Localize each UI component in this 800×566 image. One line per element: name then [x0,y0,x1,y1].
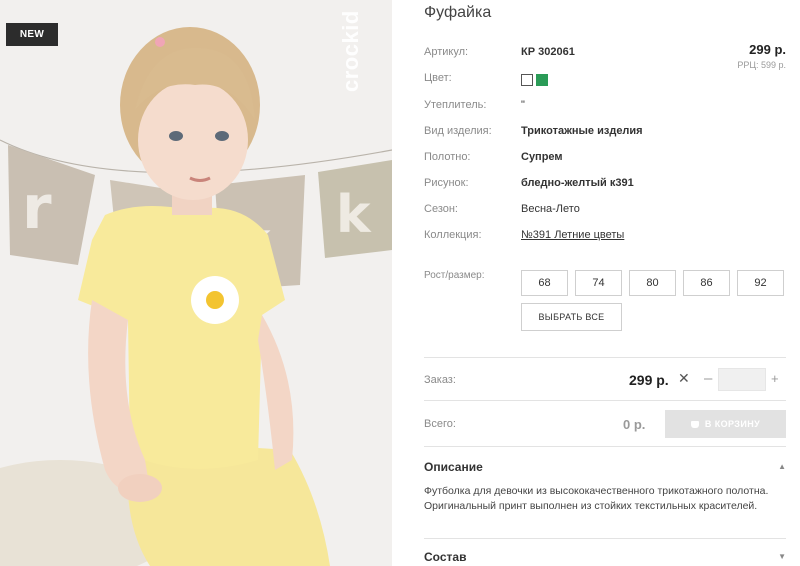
divider [424,538,786,539]
attr-fabric: Полотно: Супрем [424,149,786,167]
size-option-80[interactable]: 80 [629,270,676,296]
size-option-92[interactable]: 92 [737,270,784,296]
product-title: Фуфайка [424,4,492,21]
attr-type: Вид изделия: Трикотажные изделия [424,123,786,141]
product-photo-illustration: r c k k [0,0,392,566]
chevron-up-icon[interactable]: ▲ [778,462,786,471]
size-option-74[interactable]: 74 [575,270,622,296]
times-icon: ✕ [678,370,690,386]
attr-label: Полотно: [424,151,471,163]
order-price: 299 р. [629,372,669,388]
attr-color: Цвет: [424,70,786,88]
add-to-cart-button[interactable]: В КОРЗИНУ [665,410,786,438]
attr-label: Утеплитель: [424,99,487,111]
svg-text:k: k [336,185,372,245]
color-swatch-green[interactable] [536,74,548,86]
collection-link[interactable]: №391 Летние цветы [521,229,624,241]
attr-value: Трикотажные изделия [521,125,643,137]
divider [424,400,786,401]
attr-value: Весна-Лето [521,203,580,215]
attr-label: Сезон: [424,203,458,215]
attr-label: Цвет: [424,72,452,84]
attr-value: КР 302061 [521,46,575,58]
size-option-86[interactable]: 86 [683,270,730,296]
attr-sku: Артикул: КР 302061 [424,44,786,62]
order-label: Заказ: [424,374,456,386]
increase-quantity-button[interactable]: + [771,371,779,386]
divider [424,357,786,358]
color-swatch-white[interactable] [521,74,533,86]
attr-insulation: Утеплитель: " [424,97,786,115]
divider [424,446,786,447]
attr-season: Сезон: Весна-Лето [424,201,786,219]
product-info: Фуфайка 299 р. РРЦ: 599 р. Артикул: КР 3… [424,0,786,566]
description-text: Футболка для девочки из высококачественн… [424,485,769,512]
size-option-68[interactable]: 68 [521,270,568,296]
size-label: Рост/размер: [424,270,485,281]
quantity-input[interactable] [718,368,766,391]
product-photo[interactable]: r c k k [0,0,392,566]
description-accordion-title[interactable]: Описание [424,460,483,474]
attr-print: Рисунок: бледно-желтый к391 [424,175,786,193]
attr-collection: Коллекция: №391 Летние цветы [424,227,786,245]
attr-label: Рисунок: [424,177,469,189]
attr-value: Супрем [521,151,563,163]
attr-label: Артикул: [424,46,469,58]
attr-value: бледно-желтый к391 [521,177,634,189]
chevron-down-icon[interactable]: ▼ [778,552,786,561]
svg-text:r: r [22,173,52,243]
new-badge: NEW [6,23,58,46]
total-value: 0 р. [623,417,646,432]
decrease-quantity-button[interactable]: – [704,370,712,387]
add-to-cart-label: В КОРЗИНУ [704,419,761,429]
composition-accordion-title[interactable]: Состав [424,550,466,564]
select-all-button[interactable]: ВЫБРАТЬ ВСЕ [521,303,622,331]
attr-value: " [521,99,525,111]
brand-logo: crockid [338,10,363,92]
cart-icon [690,421,699,428]
attr-label: Вид изделия: [424,125,492,137]
total-label: Всего: [424,418,456,430]
attr-label: Коллекция: [424,229,482,241]
